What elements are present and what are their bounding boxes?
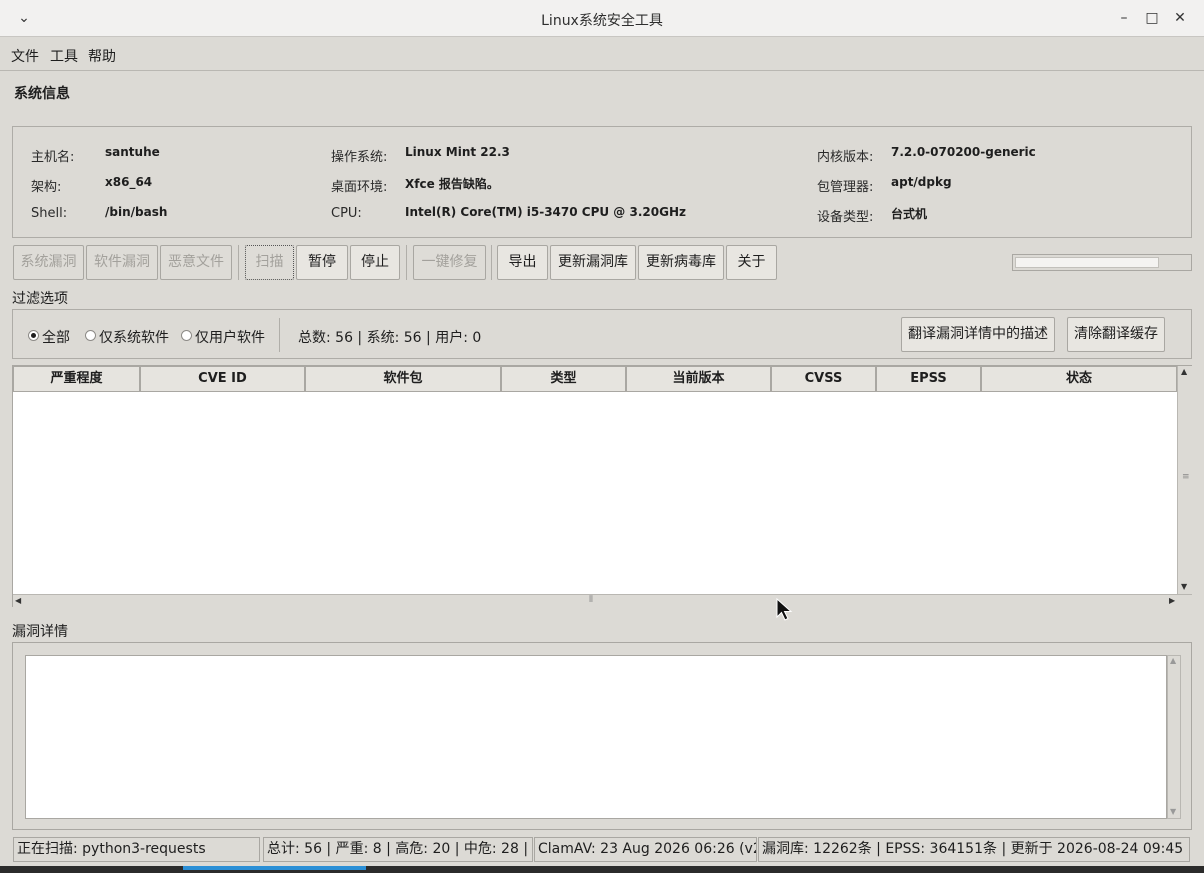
close-icon[interactable]: ✕: [1170, 8, 1190, 28]
devtype-label: 设备类型:: [817, 210, 874, 225]
shell-value: /bin/bash: [105, 205, 168, 219]
one-click-fix-button[interactable]: 一键修复: [413, 245, 486, 280]
sysinfo-title: 系统信息: [14, 86, 70, 102]
scroll-right-arrow-icon[interactable]: ▶: [1169, 596, 1175, 605]
radio-system-only-label[interactable]: 仅系统软件: [99, 327, 169, 347]
system-vuln-button[interactable]: 系统漏洞: [13, 245, 84, 280]
hostname-label: 主机名:: [31, 150, 75, 165]
scan-button[interactable]: 扫描: [245, 245, 294, 280]
hostname-value: santuhe: [105, 145, 160, 159]
col-epss[interactable]: EPSS: [876, 366, 981, 392]
maximize-icon[interactable]: □: [1142, 8, 1162, 28]
radio-all[interactable]: [28, 330, 39, 341]
update-virusdb-button[interactable]: 更新病毒库: [638, 245, 724, 280]
status-clamav: ClamAV: 23 Aug 2026 06:26 (v28101): [534, 837, 757, 862]
filter-separator: [279, 318, 280, 352]
col-cve-id[interactable]: CVE ID: [140, 366, 305, 392]
os-label: 操作系统:: [331, 150, 388, 165]
pause-button[interactable]: 暂停: [296, 245, 348, 280]
status-vulndb: 漏洞库: 12262条 | EPSS: 364151条 | 更新于 2026-0…: [758, 837, 1190, 862]
scroll-down-arrow-icon[interactable]: ▼: [1170, 807, 1176, 816]
stop-button[interactable]: 停止: [350, 245, 400, 280]
menu-bar: 文件 工具 帮助: [0, 37, 1204, 71]
software-vuln-button[interactable]: 软件漏洞: [86, 245, 158, 280]
col-current-version[interactable]: 当前版本: [626, 366, 771, 392]
cpu-value: Intel(R) Core(TM) i5-3470 CPU @ 3.20GHz: [405, 205, 686, 219]
col-cvss[interactable]: CVSS: [771, 366, 876, 392]
scroll-up-arrow-icon[interactable]: ▲: [1181, 367, 1187, 376]
col-status[interactable]: 状态: [981, 366, 1177, 392]
kernel-value: 7.2.0-070200-generic: [891, 145, 1036, 159]
arch-value: x86_64: [105, 175, 153, 189]
scroll-down-arrow-icon[interactable]: ▼: [1181, 582, 1187, 591]
about-button[interactable]: 关于: [726, 245, 777, 280]
table-horizontal-scrollbar[interactable]: ◀ ⦀ ▶: [13, 594, 1192, 607]
details-title: 漏洞详情: [12, 624, 68, 640]
export-button[interactable]: 导出: [497, 245, 548, 280]
desktop-value: Xfce 报告缺陷。: [405, 177, 499, 191]
col-package[interactable]: 软件包: [305, 366, 501, 392]
taskbar-strip: [0, 866, 1204, 873]
col-type[interactable]: 类型: [501, 366, 626, 392]
toolbar-separator: [491, 245, 492, 280]
menu-tools[interactable]: 工具: [50, 46, 78, 66]
menu-help[interactable]: 帮助: [88, 46, 116, 66]
taskbar-active-indicator: [183, 866, 366, 870]
status-scanning: 正在扫描: python3-requests: [13, 837, 260, 862]
update-vulndb-button[interactable]: 更新漏洞库: [550, 245, 636, 280]
scroll-grip-icon[interactable]: ⦀: [589, 595, 593, 605]
devtype-value: 台式机: [891, 207, 928, 221]
scroll-left-arrow-icon[interactable]: ◀: [15, 596, 21, 605]
malware-button[interactable]: 恶意文件: [160, 245, 232, 280]
details-panel: ▲ ▼: [12, 642, 1192, 830]
vuln-table[interactable]: 严重程度 CVE ID 软件包 类型 当前版本 CVSS EPSS 状态 ▲ ≡…: [12, 365, 1192, 607]
pkgmgr-value: apt/dpkg: [891, 175, 952, 189]
pkgmgr-label: 包管理器:: [817, 180, 874, 195]
desktop-label: 桌面环境:: [331, 180, 388, 195]
sysinfo-panel: 主机名: santuhe 操作系统: Linux Mint 22.3 内核版本:…: [12, 126, 1192, 238]
details-textarea[interactable]: [25, 655, 1167, 819]
scroll-up-arrow-icon[interactable]: ▲: [1170, 656, 1176, 665]
scan-progress-bar: [1012, 254, 1192, 271]
col-severity[interactable]: 严重程度: [13, 366, 140, 392]
mouse-cursor-icon: [776, 598, 793, 621]
filter-title: 过滤选项: [12, 291, 68, 307]
status-summary: 总计: 56 | 严重: 8 | 高危: 20 | 中危: 28 | 低危: 0: [263, 837, 533, 862]
toolbar-separator: [406, 245, 407, 280]
radio-user-only-label[interactable]: 仅用户软件: [195, 327, 265, 347]
os-value: Linux Mint 22.3: [405, 145, 510, 159]
radio-user-only[interactable]: [181, 330, 192, 341]
window-title: Linux系统安全工具: [541, 13, 663, 29]
translate-details-button[interactable]: 翻译漏洞详情中的描述: [901, 317, 1055, 352]
scan-progress-fill: [1015, 257, 1159, 268]
title-bar: ⌄ Linux系统安全工具 – □ ✕: [0, 0, 1204, 37]
table-vertical-scrollbar[interactable]: ▲ ≡ ▼: [1177, 366, 1192, 594]
toolbar-separator: [238, 245, 239, 280]
filter-counts: 总数: 56 | 系统: 56 | 用户: 0: [298, 330, 482, 346]
radio-all-label[interactable]: 全部: [42, 327, 70, 347]
minimize-icon[interactable]: –: [1114, 8, 1134, 28]
radio-system-only[interactable]: [85, 330, 96, 341]
cpu-label: CPU:: [331, 206, 362, 221]
radio-selected-dot: [31, 333, 36, 338]
kernel-label: 内核版本:: [817, 150, 874, 165]
details-scrollbar[interactable]: ▲ ▼: [1167, 655, 1181, 819]
clear-translation-cache-button[interactable]: 清除翻译缓存: [1067, 317, 1165, 352]
shell-label: Shell:: [31, 206, 68, 221]
arch-label: 架构:: [31, 180, 62, 195]
menu-file[interactable]: 文件: [11, 46, 39, 66]
scroll-grip-icon[interactable]: ≡: [1182, 472, 1190, 482]
